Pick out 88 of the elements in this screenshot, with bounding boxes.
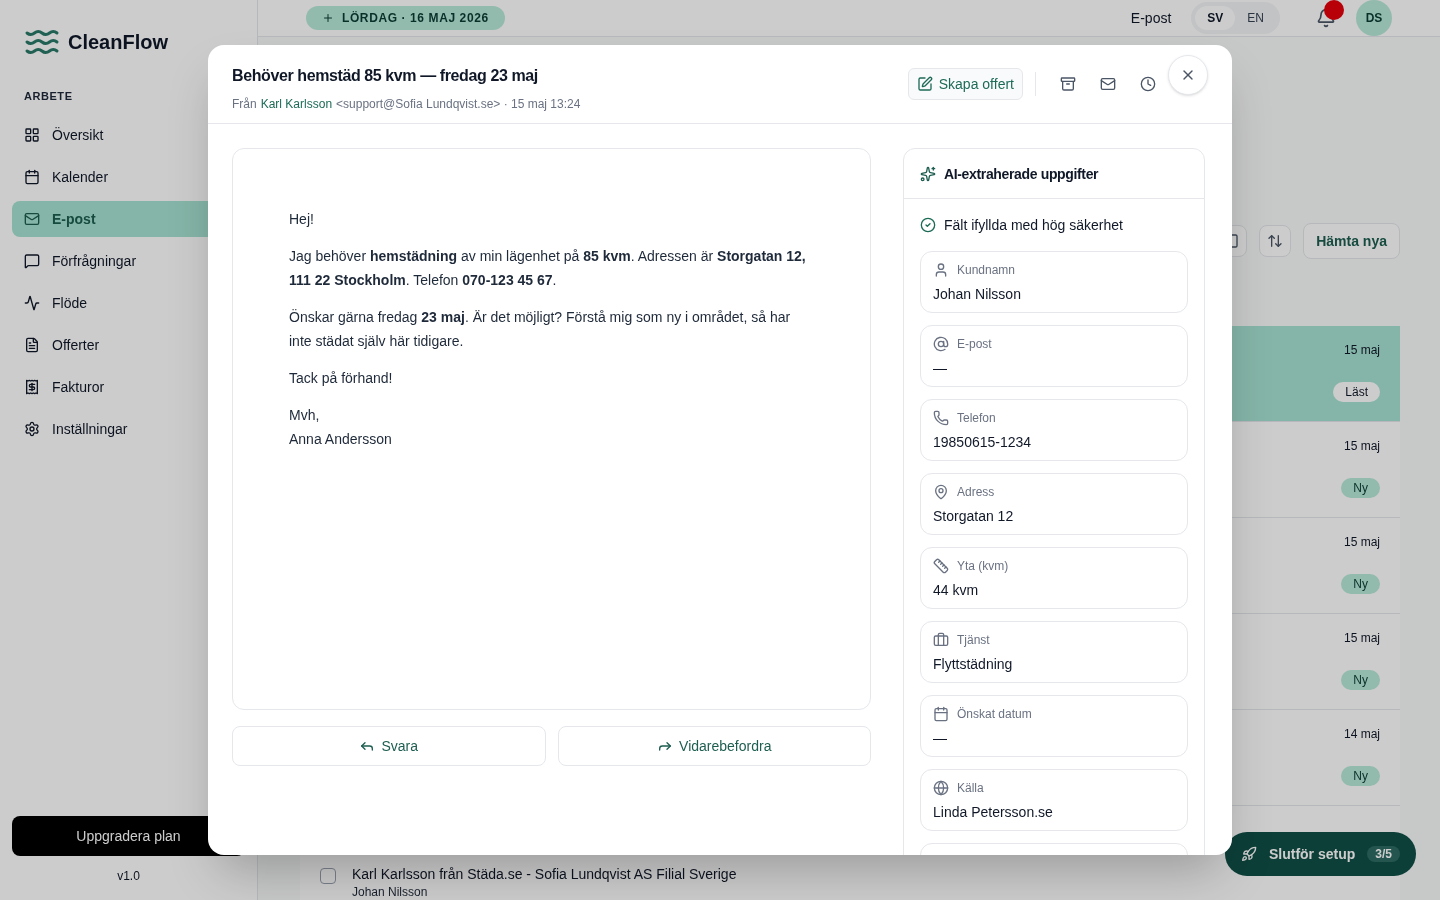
status-badge: Ny <box>1341 574 1380 594</box>
version-label: v1.0 <box>117 868 140 884</box>
avatar[interactable]: DS <box>1356 0 1392 36</box>
email-date: 15 maj <box>1343 630 1380 646</box>
edit-icon <box>916 76 933 92</box>
language-option[interactable]: SV <box>1195 6 1236 30</box>
field-value: Flyttstädning <box>933 655 1014 674</box>
grid-icon <box>24 126 40 143</box>
field-value: 19850615-1234 <box>933 433 1033 452</box>
sender-name[interactable]: Karl Karlsson <box>260 95 333 113</box>
nav-item[interactable]: Fakturor <box>12 368 245 405</box>
field-value: Linda Petersson.se <box>933 803 1054 822</box>
status-badge: Ny <box>1341 670 1380 690</box>
sender-meta: <support@Sofia Lundqvist.se> · 15 maj 13:24 <box>336 96 581 113</box>
setup-button[interactable]: Slutför setup 3/5 <box>1224 832 1416 876</box>
mail-icon <box>24 210 40 227</box>
calendar-icon <box>933 706 949 722</box>
clock-icon[interactable] <box>1140 76 1156 92</box>
bell-icon[interactable] <box>1316 8 1336 28</box>
ruler-icon <box>933 558 949 574</box>
briefcase-icon <box>933 632 949 648</box>
at-sign-icon <box>933 336 949 352</box>
status-badge: Ny <box>1341 766 1380 786</box>
language-option[interactable]: EN <box>1235 6 1276 30</box>
field-value: — <box>933 729 948 748</box>
activity-icon <box>24 294 40 311</box>
nav-item[interactable]: Flöde <box>12 284 245 321</box>
settings-icon <box>24 420 40 437</box>
field-value: — <box>933 359 948 378</box>
setup-label: Slutför setup <box>1268 845 1356 864</box>
field-label: Kundnamn <box>957 262 1016 278</box>
refresh-button[interactable]: Hämta nya <box>1303 223 1400 259</box>
confidence-label: Fält ifyllda med hög säkerhet <box>944 216 1123 235</box>
globe-icon <box>933 780 949 796</box>
rocket-icon <box>1240 846 1257 862</box>
sort-icon <box>1267 233 1284 249</box>
status-badge: Läst <box>1333 382 1380 402</box>
step-count-badge: 3/5 <box>1367 846 1400 862</box>
nav-item[interactable]: Offerter <box>12 326 245 363</box>
mail-icon[interactable] <box>1100 76 1116 92</box>
field-value: 44 kvm <box>933 581 980 600</box>
nav-item[interactable]: Översikt <box>12 116 245 153</box>
nav-item[interactable]: Förfrågningar <box>12 242 245 279</box>
forward-button[interactable]: Vidarebefordra <box>557 726 871 766</box>
email-date: 14 maj <box>1343 726 1380 742</box>
email-subject: Behöver hemstäd 85 kvm — fredag 23 maj <box>232 66 539 86</box>
date-pill: LÖRDAG · 16 MAJ 2026 <box>306 6 505 30</box>
field-label: Telefon <box>957 410 996 426</box>
email-date: 15 maj <box>1343 342 1380 358</box>
brand-name: CleanFlow <box>68 30 168 55</box>
email-paragraph: Tack på förhand! <box>289 369 394 388</box>
sort-button[interactable] <box>1259 225 1292 257</box>
map-pin-icon <box>933 484 949 500</box>
sparkles-icon <box>920 165 936 182</box>
field-value: Storgatan 12 <box>933 507 1015 526</box>
receipt-icon <box>24 378 40 395</box>
panel-title: AI-extraherade uppgifter <box>944 164 1099 184</box>
field-value: Johan Nilsson <box>933 285 1022 304</box>
phone-icon <box>933 410 949 426</box>
document-icon <box>24 336 40 353</box>
field-label: Yta (kvm) <box>957 558 1009 574</box>
field-label: Adress <box>957 484 995 500</box>
reply-button[interactable]: Svara <box>232 726 546 766</box>
calendar-icon <box>24 168 40 185</box>
archive-icon[interactable] <box>1060 76 1076 92</box>
nav-item[interactable]: Kalender <box>12 158 245 195</box>
nav-item[interactable]: Inställningar <box>12 410 245 447</box>
from-label: Från <box>232 96 257 113</box>
row-checkbox[interactable] <box>320 868 336 884</box>
field-label: Tjänst <box>957 632 990 648</box>
email-date: 15 maj <box>1343 438 1380 454</box>
field-label: Källa <box>957 780 984 796</box>
field-label: Önskat datum <box>957 706 1032 722</box>
email-paragraph: Jag behöver hemstädning av min lägenhet på 85 kvm. Adressen är Storgatan 12, 111 22 Stockholm. Telefon 070-123 45 67. <box>289 247 807 290</box>
check-circle-icon <box>920 217 936 233</box>
person-icon <box>933 262 949 278</box>
email-paragraph: Önskar gärna fredag 23 maj. Är det möjligt? Förstå mig som ny i området, så har inte städat själv här tidigare. <box>289 308 792 351</box>
field-label: E-post <box>957 336 992 352</box>
email-date: 15 maj <box>1343 534 1380 550</box>
chat-icon <box>24 252 40 269</box>
status-badge: Ny <box>1341 478 1380 498</box>
email-snippet: Karl Karlsson från Städa.se - Sofia Lundqvist AS Filial Sverige <box>352 865 737 884</box>
customer-name: Johan Nilsson <box>352 884 429 900</box>
plus-icon <box>322 12 334 24</box>
email-paragraph: Hej! <box>289 210 315 229</box>
create-quote-button[interactable]: Skapa offert <box>907 68 1023 100</box>
section-title: E-post <box>1130 9 1172 28</box>
email-paragraph: Mvh, Anna Andersson <box>289 406 393 449</box>
